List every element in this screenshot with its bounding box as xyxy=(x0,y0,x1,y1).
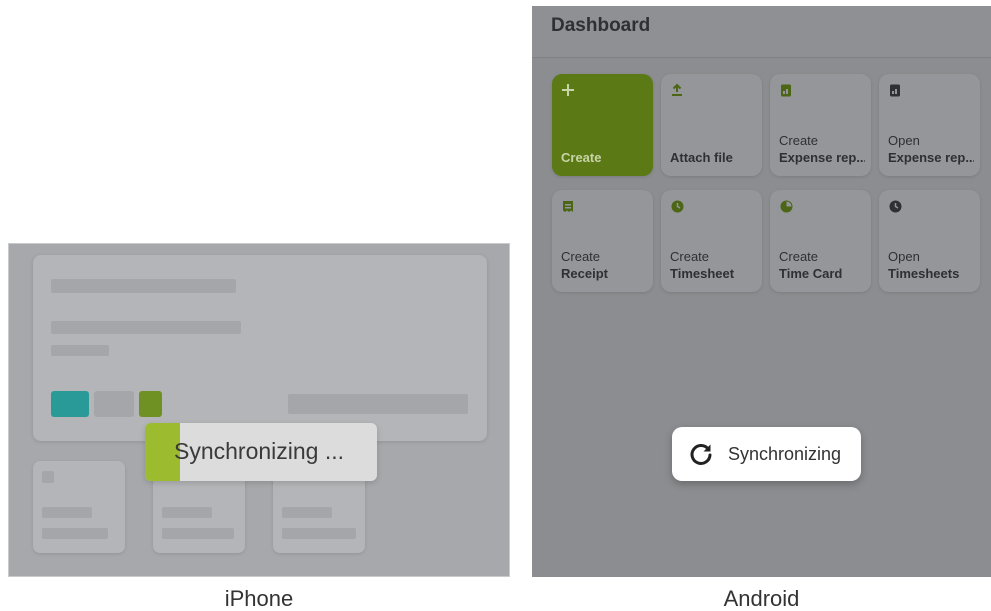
sync-toast: Synchronizing ... xyxy=(145,423,377,481)
expense-report-icon xyxy=(888,83,902,97)
tile-label: Open Timesheets xyxy=(888,249,960,281)
clock-icon xyxy=(888,199,902,213)
tile-label: Create Timesheet xyxy=(670,249,735,281)
tile-label: Open Expense rep... xyxy=(888,133,974,165)
skeleton-chip-green xyxy=(139,391,162,417)
app-bar: Dashboard xyxy=(532,6,991,58)
android-caption: Android xyxy=(723,586,800,611)
skeleton-line xyxy=(51,321,241,334)
tile-label: Create Expense rep... xyxy=(779,133,865,165)
android-screen: Dashboard Create Attach file Create Expe… xyxy=(532,6,991,577)
tile-label: Create Receipt xyxy=(561,249,608,281)
tile-create[interactable]: Create xyxy=(552,74,653,176)
skeleton-line xyxy=(42,507,92,518)
iphone-caption: iPhone xyxy=(224,586,294,611)
tile-label: Create xyxy=(561,150,602,165)
tile-attach-file[interactable]: Attach file xyxy=(661,74,762,176)
skeleton-chip-teal xyxy=(51,391,89,417)
skeleton-small-card xyxy=(33,461,125,553)
upload-icon xyxy=(670,83,684,97)
tile-create-receipt[interactable]: Create Receipt xyxy=(552,190,653,292)
sync-toast-label: Synchronizing ... xyxy=(174,438,345,464)
page-title: Dashboard xyxy=(551,15,651,36)
skeleton-line xyxy=(282,507,332,518)
skeleton-chip-gray xyxy=(94,391,134,417)
iphone-screen: Synchronizing ... xyxy=(8,243,510,577)
comparison-figure: Synchronizing ... Dashboard Create Attac… xyxy=(0,0,991,611)
skeleton-line xyxy=(51,279,236,293)
skeleton-line xyxy=(282,528,356,539)
receipt-icon xyxy=(561,199,575,213)
tile-open-expense-report[interactable]: Open Expense rep... xyxy=(879,74,980,176)
tile-label: Attach file xyxy=(670,150,733,165)
clock-icon xyxy=(670,199,684,213)
tile-label: Create Time Card xyxy=(779,249,843,281)
tile-create-timesheet[interactable]: Create Timesheet xyxy=(661,190,762,292)
sync-toast: Synchronizing xyxy=(672,427,861,481)
pie-clock-icon xyxy=(779,199,793,213)
refresh-icon xyxy=(690,444,712,465)
expense-report-icon xyxy=(779,83,793,97)
skeleton-line xyxy=(162,507,212,518)
plus-icon xyxy=(561,83,575,97)
skeleton-line xyxy=(288,394,468,414)
sync-toast-label: Synchronizing xyxy=(728,444,842,464)
skeleton-square xyxy=(42,471,54,483)
skeleton-line xyxy=(162,528,234,539)
tile-open-timesheets[interactable]: Open Timesheets xyxy=(879,190,980,292)
tile-create-expense-report[interactable]: Create Expense rep... xyxy=(770,74,871,176)
skeleton-card xyxy=(33,255,487,441)
skeleton-line xyxy=(51,345,109,356)
skeleton-line xyxy=(42,528,108,539)
tile-create-time-card[interactable]: Create Time Card xyxy=(770,190,871,292)
